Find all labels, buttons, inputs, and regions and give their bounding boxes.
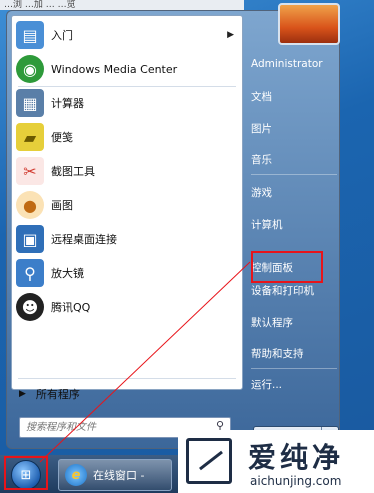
taskbar-window-label: 在线窗口 - bbox=[93, 469, 145, 482]
menu-item-qq[interactable]: ☻ 腾讯QQ bbox=[16, 292, 238, 322]
snipping-tool-icon: ✂ bbox=[16, 157, 44, 185]
getting-started-icon: ▤ bbox=[16, 21, 44, 49]
calculator-icon: ▦ bbox=[16, 89, 44, 117]
menu-item-label: 截图工具 bbox=[51, 165, 95, 178]
right-item-label: 音乐 bbox=[251, 153, 272, 166]
right-item-label: 帮助和支持 bbox=[251, 347, 304, 360]
menu-item-paint[interactable]: ● 画图 bbox=[16, 190, 238, 220]
desktop-top-text: …浏 …加 … …览 bbox=[0, 0, 244, 10]
right-divider bbox=[251, 368, 337, 369]
menu-item-label: 腾讯QQ bbox=[51, 301, 91, 314]
watermark-url: aichunjing.com bbox=[250, 474, 342, 488]
right-item-games[interactable]: 游戏 bbox=[251, 181, 343, 203]
menu-item-label: 计算器 bbox=[51, 97, 84, 110]
menu-item-remote-desktop[interactable]: ▣ 远程桌面连接 bbox=[16, 224, 238, 254]
right-item-label: 设备和打印机 bbox=[251, 284, 314, 297]
sticky-notes-icon: ▰ bbox=[16, 123, 44, 151]
right-item-label: 游戏 bbox=[251, 186, 272, 199]
magnifier-icon: ⚲ bbox=[16, 259, 44, 287]
menu-item-label: Windows Media Center bbox=[51, 62, 178, 76]
right-item-help-support[interactable]: 帮助和支持 bbox=[251, 342, 343, 364]
menu-item-sticky-notes[interactable]: ▰ 便笺 bbox=[16, 122, 238, 152]
menu-item-label: 入门 bbox=[51, 29, 73, 42]
right-item-administrator[interactable]: Administrator bbox=[251, 53, 343, 75]
menu-item-label: 远程桌面连接 bbox=[51, 233, 117, 246]
right-item-label: 默认程序 bbox=[251, 316, 293, 329]
menu-item-magnifier[interactable]: ⚲ 放大镜 bbox=[16, 258, 238, 288]
submenu-arrow-icon: ▶ bbox=[227, 30, 234, 40]
right-item-documents[interactable]: 文档 bbox=[251, 85, 343, 107]
menu-item-label: 放大镜 bbox=[51, 267, 84, 280]
menu-item-label: 画图 bbox=[51, 199, 73, 212]
taskbar-window-button[interactable]: e 在线窗口 - bbox=[58, 459, 172, 491]
user-avatar[interactable] bbox=[278, 3, 340, 45]
internet-explorer-icon: e bbox=[65, 464, 87, 486]
right-item-default-programs[interactable]: 默认程序 bbox=[251, 311, 343, 333]
all-programs-item[interactable]: ▶ 所有程序 bbox=[13, 384, 235, 404]
right-item-pictures[interactable]: 图片 bbox=[251, 117, 343, 139]
right-item-label: 图片 bbox=[251, 122, 272, 135]
paint-icon: ● bbox=[16, 191, 44, 219]
watermark-name: 爱纯净 bbox=[248, 441, 345, 474]
start-menu-left-pane: ▤ 入门 ▶ ◉ Windows Media Center ▦ 计算器 ▰ 便笺… bbox=[11, 15, 243, 390]
right-item-label: Administrator bbox=[251, 58, 323, 70]
all-programs-label: 所有程序 bbox=[35, 388, 80, 401]
start-orb-highlight-box bbox=[4, 456, 48, 490]
control-panel-highlight-box bbox=[251, 251, 323, 283]
menu-item-media-center[interactable]: ◉ Windows Media Center bbox=[16, 54, 238, 84]
menu-item-label: 便笺 bbox=[51, 131, 73, 144]
right-item-computer[interactable]: 计算机 bbox=[251, 213, 343, 235]
watermark: 爱纯净 aichunjing.com bbox=[178, 430, 374, 493]
watermark-logo-icon bbox=[186, 438, 232, 484]
menu-item-calculator[interactable]: ▦ 计算器 bbox=[16, 88, 238, 118]
right-divider bbox=[251, 174, 337, 175]
menu-divider bbox=[18, 378, 236, 379]
start-menu: ▤ 入门 ▶ ◉ Windows Media Center ▦ 计算器 ▰ 便笺… bbox=[6, 3, 343, 449]
remote-desktop-icon: ▣ bbox=[16, 225, 44, 253]
all-programs-arrow-icon: ▶ bbox=[19, 389, 26, 399]
right-item-music[interactable]: 音乐 bbox=[251, 148, 343, 170]
menu-item-snipping-tool[interactable]: ✂ 截图工具 bbox=[16, 156, 238, 186]
menu-divider bbox=[18, 86, 236, 87]
right-item-label: 文档 bbox=[251, 90, 272, 103]
qq-penguin-icon: ☻ bbox=[16, 293, 44, 321]
menu-item-getting-started[interactable]: ▤ 入门 ▶ bbox=[16, 20, 238, 50]
right-item-label: 计算机 bbox=[251, 218, 283, 231]
right-item-run[interactable]: 运行... bbox=[251, 373, 343, 395]
media-center-icon: ◉ bbox=[16, 55, 44, 83]
right-item-label: 运行... bbox=[251, 378, 283, 391]
